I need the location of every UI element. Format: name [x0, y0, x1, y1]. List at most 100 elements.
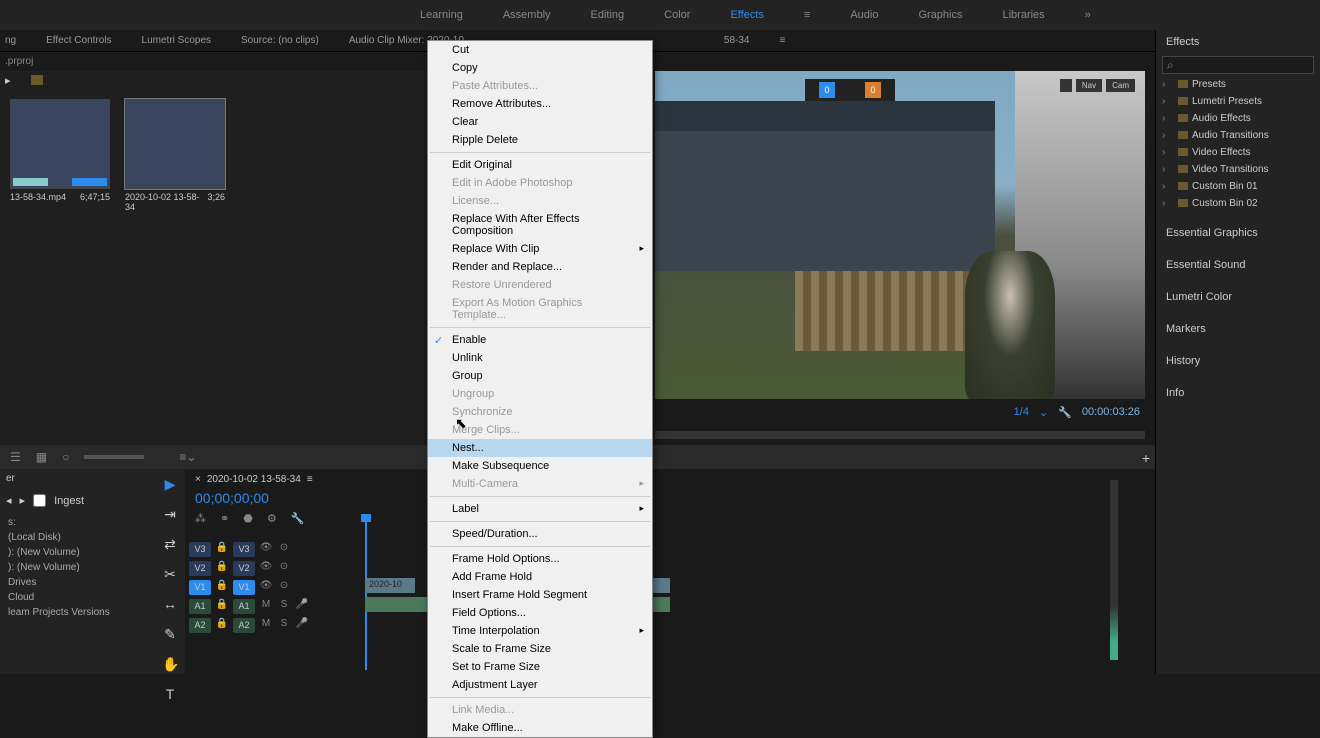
- wrench-icon[interactable]: 🔧: [1058, 406, 1072, 419]
- lock-icon[interactable]: 🔒: [215, 580, 229, 594]
- ingest-checkbox[interactable]: [33, 494, 46, 507]
- track-target[interactable]: V3: [233, 542, 255, 557]
- ws-libraries[interactable]: Libraries: [1002, 9, 1044, 21]
- lock-icon[interactable]: 🔒: [215, 618, 229, 632]
- track-v3[interactable]: V3: [189, 542, 211, 557]
- tab-program-seq[interactable]: 58-34: [724, 35, 750, 46]
- seq-menu-icon[interactable]: ≡: [307, 474, 313, 485]
- program-timecode[interactable]: 00:00:03:26: [1082, 406, 1140, 418]
- panel-essential-sound[interactable]: Essential Sound: [1156, 254, 1320, 276]
- bin-nav-icon[interactable]: ▸: [5, 74, 11, 87]
- menu-group[interactable]: Group: [428, 367, 652, 385]
- sort-icon[interactable]: ≡⌄: [179, 450, 196, 464]
- track-target[interactable]: V2: [233, 561, 255, 576]
- menu-clear[interactable]: Clear: [428, 113, 652, 131]
- menu-render-and-replace[interactable]: Render and Replace...: [428, 258, 652, 276]
- panel-info[interactable]: Info: [1156, 382, 1320, 404]
- menu-edit-original[interactable]: Edit Original: [428, 156, 652, 174]
- lock-icon[interactable]: 🔒: [215, 599, 229, 613]
- menu-replace-with-after-effects-composition[interactable]: Replace With After Effects Composition: [428, 210, 652, 240]
- tab-lumetri-scopes[interactable]: Lumetri Scopes: [142, 35, 211, 46]
- menu-make-subsequence[interactable]: Make Subsequence: [428, 457, 652, 475]
- ws-editing[interactable]: Editing: [591, 9, 625, 21]
- program-scrubber[interactable]: [655, 431, 1145, 439]
- drive-item[interactable]: ): (New Volume): [4, 545, 151, 560]
- ws-effects-menu-icon[interactable]: ≡: [804, 9, 810, 21]
- sync-lock-icon[interactable]: ⊙: [277, 542, 291, 556]
- bin-item-clip[interactable]: 13-58-34.mp46;47;15: [10, 99, 110, 212]
- icon-view-icon[interactable]: ▦: [36, 450, 47, 464]
- lock-icon[interactable]: 🔒: [215, 542, 229, 556]
- program-monitor[interactable]: 0 0 NavCam: [655, 71, 1145, 399]
- track-v2[interactable]: V2: [189, 561, 211, 576]
- nav-back-icon[interactable]: ◂: [6, 494, 12, 507]
- dropdown-icon[interactable]: ⌄: [1039, 406, 1048, 419]
- track-target[interactable]: A2: [233, 618, 255, 633]
- fx-audio-effects[interactable]: Audio Effects: [1156, 110, 1320, 127]
- mic-icon[interactable]: 🎤: [295, 599, 309, 613]
- track-select-tool-icon[interactable]: ⇥: [162, 506, 178, 522]
- track-a2[interactable]: A2: [189, 618, 211, 633]
- menu-label[interactable]: Label: [428, 500, 652, 518]
- bin-item-sequence[interactable]: 2020-10-02 13-58-343;26: [125, 99, 225, 212]
- panel-markers[interactable]: Markers: [1156, 318, 1320, 340]
- track-v1[interactable]: V1: [189, 580, 211, 595]
- fx-video-effects[interactable]: Video Effects: [1156, 144, 1320, 161]
- tab-ng[interactable]: ng: [5, 35, 16, 46]
- video-clip[interactable]: 2020-10: [365, 578, 415, 593]
- menu-add-frame-hold[interactable]: Add Frame Hold: [428, 568, 652, 586]
- menu-time-interpolation[interactable]: Time Interpolation: [428, 622, 652, 640]
- nav-fwd-icon[interactable]: ▸: [20, 494, 26, 507]
- menu-ripple-delete[interactable]: Ripple Delete: [428, 131, 652, 149]
- tab-effect-controls[interactable]: Effect Controls: [46, 35, 111, 46]
- drive-item[interactable]: ): (New Volume): [4, 560, 151, 575]
- mic-icon[interactable]: 🎤: [295, 618, 309, 632]
- fx-lumetri-presets[interactable]: Lumetri Presets: [1156, 93, 1320, 110]
- menu-speed-duration[interactable]: Speed/Duration...: [428, 525, 652, 543]
- toggle-output-icon[interactable]: 👁: [259, 580, 273, 594]
- drive-item[interactable]: Cloud: [4, 590, 151, 605]
- razor-tool-icon[interactable]: ✂: [162, 566, 178, 582]
- track-target[interactable]: V1: [233, 580, 255, 595]
- fx-custom-bin-1[interactable]: Custom Bin 01: [1156, 178, 1320, 195]
- panel-essential-graphics[interactable]: Essential Graphics: [1156, 222, 1320, 244]
- type-tool-icon[interactable]: T: [162, 686, 178, 702]
- menu-frame-hold-options[interactable]: Frame Hold Options...: [428, 550, 652, 568]
- menu-make-offline[interactable]: Make Offline...: [428, 719, 652, 737]
- menu-field-options[interactable]: Field Options...: [428, 604, 652, 622]
- zoom-slider[interactable]: [84, 455, 144, 459]
- menu-enable[interactable]: Enable: [428, 331, 652, 349]
- ripple-tool-icon[interactable]: ⇄: [162, 536, 178, 552]
- toggle-output-icon[interactable]: 👁: [259, 561, 273, 575]
- drive-item[interactable]: (Local Disk): [4, 530, 151, 545]
- freeform-icon[interactable]: ○: [62, 450, 69, 464]
- fx-video-transitions[interactable]: Video Transitions: [1156, 161, 1320, 178]
- menu-replace-with-clip[interactable]: Replace With Clip: [428, 240, 652, 258]
- sync-lock-icon[interactable]: ⊙: [277, 561, 291, 575]
- menu-adjustment-layer[interactable]: Adjustment Layer: [428, 676, 652, 694]
- effects-title[interactable]: Effects: [1156, 30, 1320, 54]
- drive-item[interactable]: s:: [4, 515, 151, 530]
- hand-tool-icon[interactable]: ✋: [162, 656, 178, 672]
- ws-color[interactable]: Color: [664, 9, 690, 21]
- sequence-tab[interactable]: 2020-10-02 13-58-34: [207, 474, 301, 485]
- pen-tool-icon[interactable]: ✎: [162, 626, 178, 642]
- track-target[interactable]: A1: [233, 599, 255, 614]
- fx-audio-transitions[interactable]: Audio Transitions: [1156, 127, 1320, 144]
- menu-remove-attributes[interactable]: Remove Attributes...: [428, 95, 652, 113]
- ws-effects[interactable]: Effects: [730, 9, 763, 21]
- slip-tool-icon[interactable]: ↔: [162, 596, 178, 612]
- ws-learning[interactable]: Learning: [420, 9, 463, 21]
- menu-insert-frame-hold-segment[interactable]: Insert Frame Hold Segment: [428, 586, 652, 604]
- menu-cut[interactable]: Cut: [428, 41, 652, 59]
- list-view-icon[interactable]: ☰: [10, 450, 21, 464]
- lock-icon[interactable]: 🔒: [215, 561, 229, 575]
- menu-set-to-frame-size[interactable]: Set to Frame Size: [428, 658, 652, 676]
- wrench-icon[interactable]: 🔧: [291, 512, 305, 525]
- panel-lumetri-color[interactable]: Lumetri Color: [1156, 286, 1320, 308]
- tab-menu-icon[interactable]: ≡: [779, 35, 785, 46]
- close-seq-icon[interactable]: ×: [195, 474, 201, 485]
- effects-search[interactable]: [1162, 56, 1314, 74]
- playhead[interactable]: [365, 520, 367, 670]
- ws-overflow-icon[interactable]: »: [1085, 9, 1091, 21]
